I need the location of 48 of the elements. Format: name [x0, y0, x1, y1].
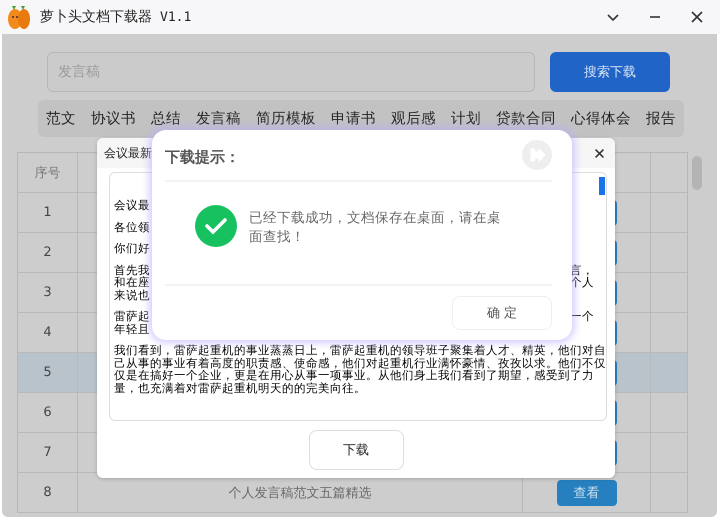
document-text: 会议最 — [114, 199, 150, 212]
category-tab[interactable]: 计划 — [451, 109, 481, 128]
document-text: 和在座 — [114, 276, 150, 288]
table-cell: 1 — [18, 193, 78, 232]
category-tab[interactable]: 协议书 — [91, 109, 136, 128]
search-download-button[interactable]: 搜索下载 — [550, 52, 670, 92]
table-cell: 3 — [18, 273, 78, 312]
document-text: 你们好 — [114, 242, 150, 254]
document-text: 己从事的事业有着高度的职责感、使命感，他们对起重机行业满怀豪情、孜孜以求。他们不仅 — [114, 356, 606, 369]
category-tab[interactable]: 申请书 — [331, 109, 376, 128]
success-message: 已经下载成功，文档保存在桌面，请在桌面查找！ — [249, 209, 502, 247]
document-text: 言， — [570, 264, 594, 276]
confirm-button[interactable]: 确 定 — [452, 296, 552, 330]
scrollbar-thumb[interactable] — [692, 156, 702, 190]
category-tab[interactable]: 发言稿 — [196, 109, 241, 128]
table-cell: 2 — [18, 233, 78, 272]
carrot-logo-icon — [6, 4, 32, 30]
category-tab[interactable]: 总结 — [151, 109, 181, 128]
dialog-title: 会议最新 — [104, 144, 152, 162]
version-label: V1.1 — [160, 10, 192, 24]
close-icon[interactable] — [690, 10, 704, 24]
category-tab[interactable]: 贷款合同 — [496, 109, 556, 128]
dialog-title: 下载提示： — [165, 148, 240, 166]
document-text: 我们看到，雷萨起重机的事业蒸蒸日上，雷萨起重机的领导班子聚集着人才、精英，他们对自 — [114, 344, 606, 356]
category-tab[interactable]: 简历模板 — [256, 109, 316, 128]
scrollbar-thumb[interactable] — [599, 177, 605, 195]
document-text: 雷萨起 — [114, 310, 150, 322]
table-cell-text: 个人发言稿范文五篇精选 — [228, 484, 372, 502]
column-header: 序号 — [18, 153, 78, 192]
category-tab[interactable]: 心得体会 — [571, 109, 631, 128]
close-icon[interactable] — [594, 148, 605, 158]
document-text: 量，也充满着对雷萨起重机明天的的完美向往。 — [114, 382, 366, 394]
document-text: 年轻且 — [114, 322, 150, 335]
table-cell: 8 — [18, 473, 78, 512]
table-cell: 7 — [18, 433, 78, 472]
document-text: 仅是在搞好一个企业，更是在用心从事一项事业。从他们身上我们看到了期望，感受到了力 — [114, 369, 594, 382]
download-button[interactable]: 下载 — [308, 430, 404, 470]
category-tab[interactable]: 范文 — [46, 109, 76, 128]
table-cell: 5 — [18, 353, 78, 392]
category-tab[interactable]: 报告 — [646, 109, 676, 128]
table-cell: 6 — [18, 393, 78, 432]
document-text: 各位领 — [114, 220, 150, 233]
category-tab[interactable]: 观后感 — [391, 109, 436, 128]
success-check-icon — [195, 205, 237, 247]
table-cell: 4 — [18, 313, 78, 352]
window-title: 萝卜头文档下载器 — [40, 8, 152, 26]
document-text: 来说也 — [114, 288, 150, 301]
document-text: 首先我 — [114, 264, 150, 276]
